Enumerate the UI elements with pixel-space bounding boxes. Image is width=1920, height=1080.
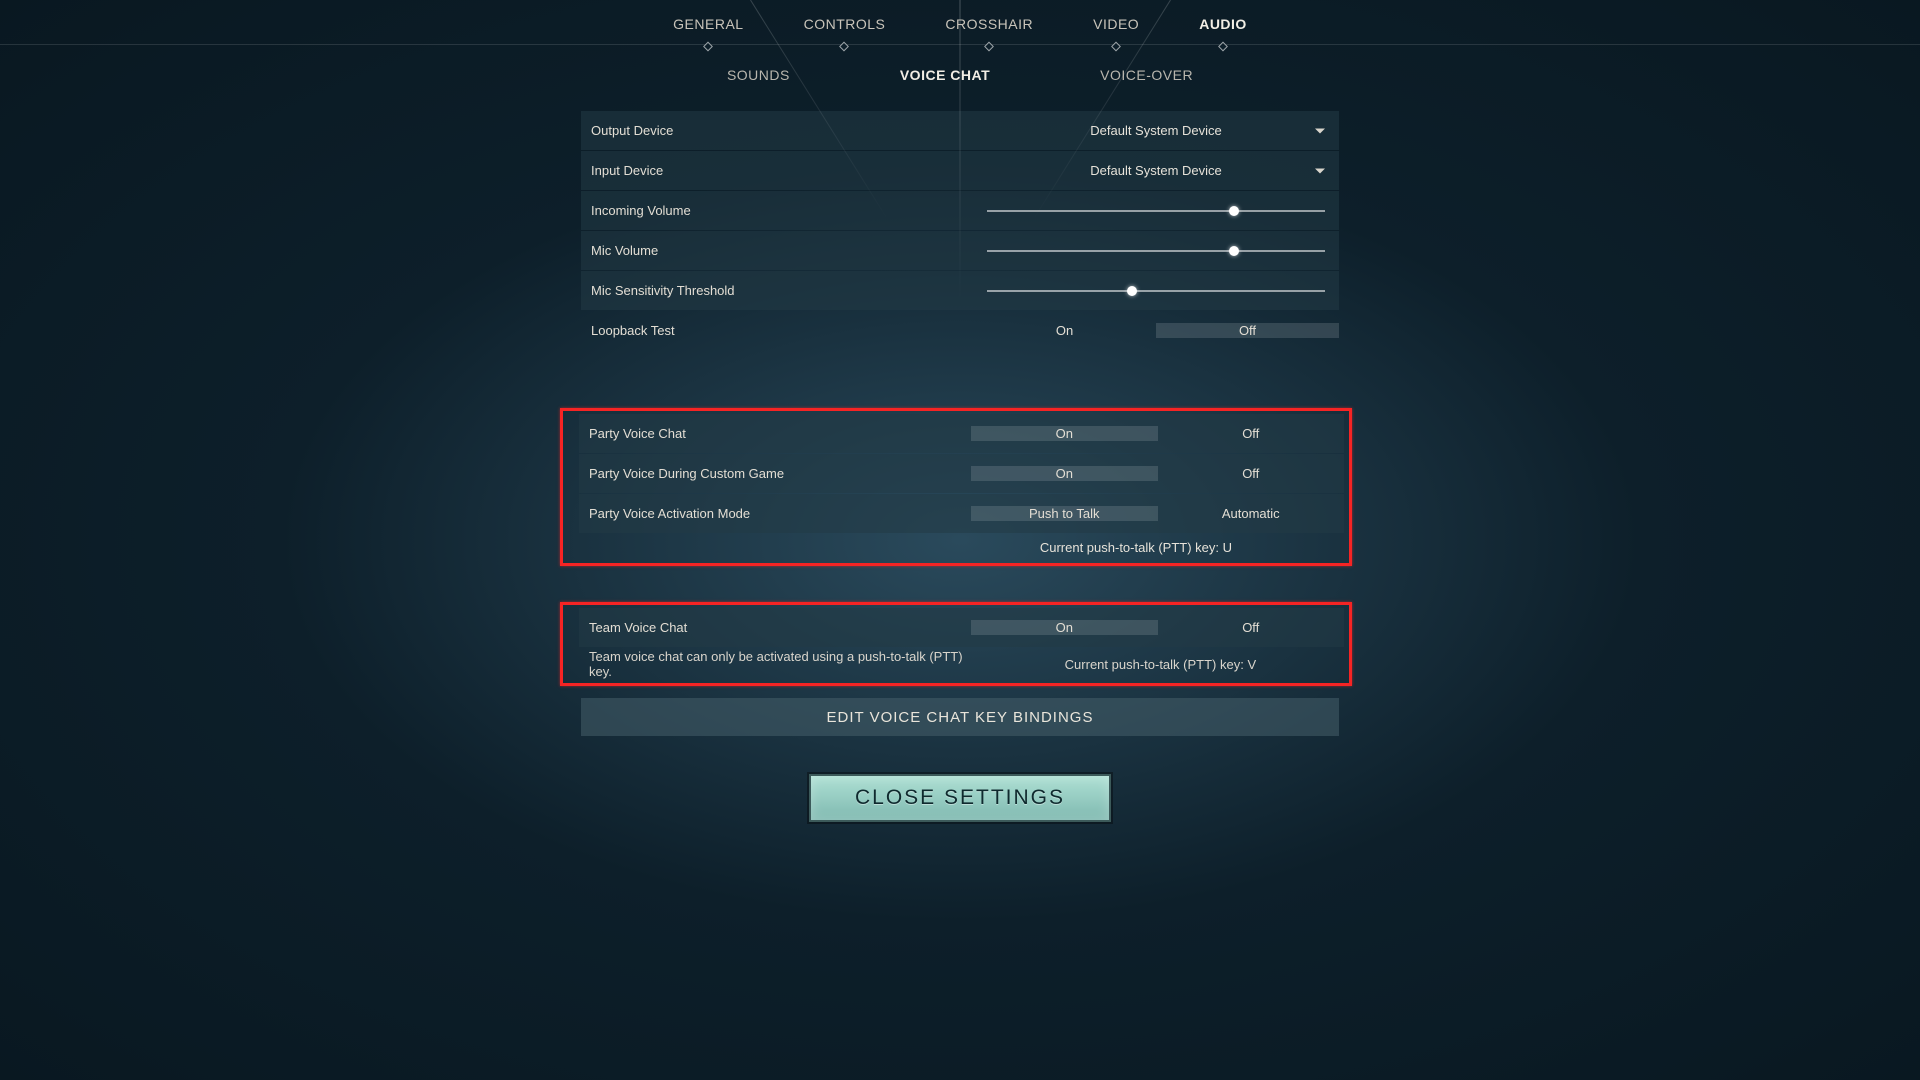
slider-thumb[interactable]	[1127, 286, 1137, 296]
hint-team-left: Team voice chat can only be activated us…	[579, 649, 977, 679]
slider-mic-sensitivity[interactable]	[973, 271, 1339, 310]
close-settings-button[interactable]: CLOSE SETTINGS	[809, 774, 1111, 822]
hint-party-ptt-key: Current push-to-talk (PTT) key: U	[579, 534, 1344, 560]
toggle-party-voice-on[interactable]: On	[971, 426, 1158, 441]
toggle-loopback-off[interactable]: Off	[1156, 323, 1339, 338]
tab-video[interactable]: VIDEO	[1087, 12, 1145, 44]
highlight-team-section: Team Voice Chat On Off Team voice chat c…	[560, 602, 1352, 686]
row-party-activation-mode: Party Voice Activation Mode Push to Talk…	[579, 494, 1344, 533]
tab-controls[interactable]: CONTROLS	[798, 12, 892, 44]
label-mic-sensitivity: Mic Sensitivity Threshold	[581, 283, 973, 298]
row-team-voice-chat: Team Voice Chat On Off	[579, 608, 1344, 647]
toggle-loopback-on[interactable]: On	[973, 323, 1156, 338]
dropdown-input-device[interactable]: Default System Device	[973, 151, 1339, 190]
label-team-voice-chat: Team Voice Chat	[579, 620, 971, 635]
toggle-party-ptt[interactable]: Push to Talk	[971, 506, 1158, 521]
tab-general[interactable]: GENERAL	[667, 12, 749, 44]
label-input-device: Input Device	[581, 163, 973, 178]
slider-incoming-volume[interactable]	[973, 191, 1339, 230]
tab-bar: GENERAL CONTROLS CROSSHAIR VIDEO AUDIO	[0, 0, 1920, 45]
subtab-sounds[interactable]: SOUNDS	[727, 67, 790, 83]
slider-mic-volume[interactable]	[973, 231, 1339, 270]
label-output-device: Output Device	[581, 123, 973, 138]
toggle-party-automatic[interactable]: Automatic	[1158, 506, 1345, 521]
toggle-team-voice-on[interactable]: On	[971, 620, 1158, 635]
toggle-team-voice-off[interactable]: Off	[1158, 620, 1345, 635]
label-party-voice-chat: Party Voice Chat	[579, 426, 971, 441]
toggle-party-custom-off[interactable]: Off	[1158, 466, 1345, 481]
label-loopback-test: Loopback Test	[581, 323, 973, 338]
hint-team-right: Current push-to-talk (PTT) key: V	[977, 657, 1344, 672]
label-incoming-volume: Incoming Volume	[581, 203, 973, 218]
chevron-down-icon	[1315, 168, 1325, 173]
chevron-down-icon	[1315, 128, 1325, 133]
subtab-voice-chat[interactable]: VOICE CHAT	[900, 67, 990, 83]
row-party-voice-chat: Party Voice Chat On Off	[579, 414, 1344, 453]
edit-voice-keybindings-button[interactable]: EDIT VOICE CHAT KEY BINDINGS	[581, 698, 1339, 736]
toggle-party-custom-on[interactable]: On	[971, 466, 1158, 481]
label-party-activation-mode: Party Voice Activation Mode	[579, 506, 971, 521]
highlight-party-section: Party Voice Chat On Off Party Voice Duri…	[560, 408, 1352, 566]
label-mic-volume: Mic Volume	[581, 243, 973, 258]
slider-thumb[interactable]	[1229, 206, 1239, 216]
dropdown-output-device[interactable]: Default System Device	[973, 111, 1339, 150]
tab-audio[interactable]: AUDIO	[1193, 12, 1253, 44]
subtab-voice-over[interactable]: VOICE-OVER	[1100, 67, 1193, 83]
toggle-party-voice-off[interactable]: Off	[1158, 426, 1345, 441]
row-party-voice-custom: Party Voice During Custom Game On Off	[579, 454, 1344, 493]
hint-team-voice: Team voice chat can only be activated us…	[579, 648, 1344, 680]
label-party-voice-custom: Party Voice During Custom Game	[579, 466, 971, 481]
row-loopback-test: Loopback Test On Off	[581, 311, 1339, 350]
slider-thumb[interactable]	[1229, 246, 1239, 256]
tab-crosshair[interactable]: CROSSHAIR	[939, 12, 1039, 44]
